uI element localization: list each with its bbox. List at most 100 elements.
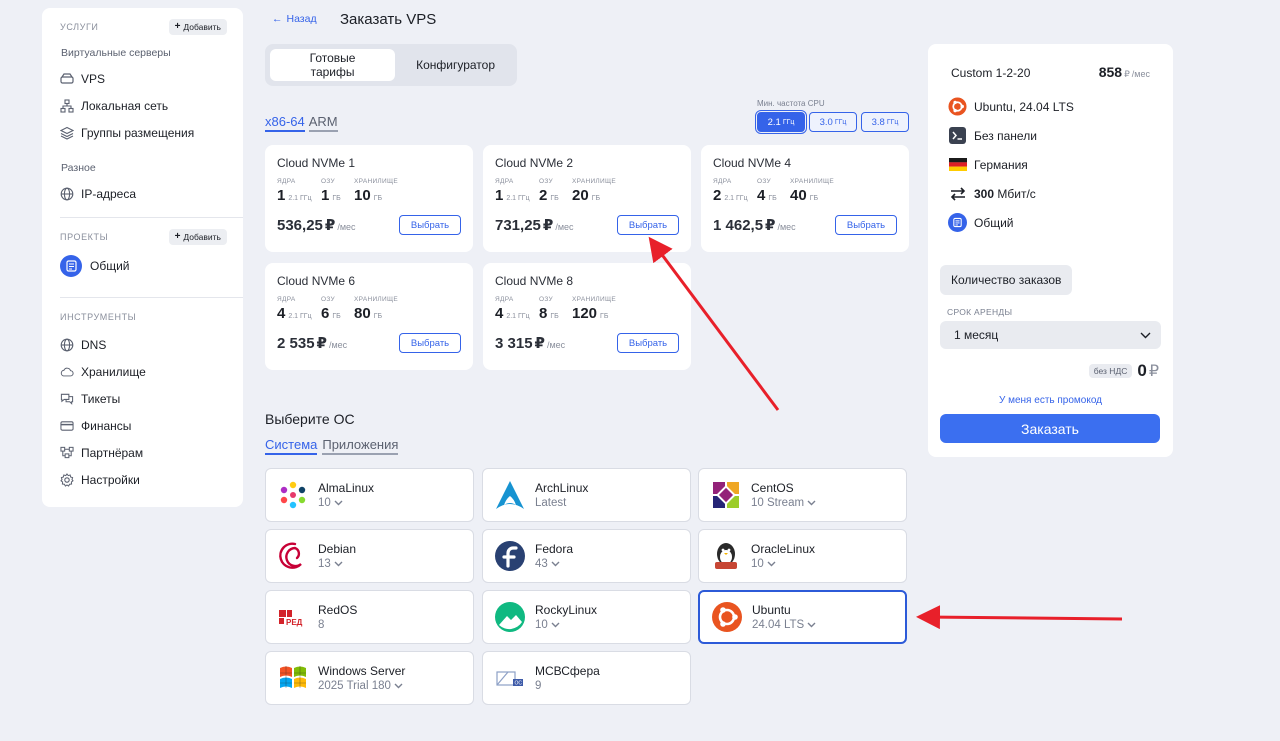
os-version[interactable]: 8 <box>318 619 357 631</box>
os-version-value: 10 <box>535 619 548 631</box>
select-plan-button[interactable]: Выбрать <box>617 333 679 353</box>
os-version-value: 10 <box>751 558 764 570</box>
chevron-down-icon[interactable] <box>551 619 560 631</box>
chat-icon <box>60 392 74 406</box>
sidebar-item-vps[interactable]: VPS <box>60 65 227 92</box>
os-version[interactable]: 2025 Trial 180 <box>318 680 405 692</box>
plan-name: Cloud NVMe 1 <box>277 156 356 170</box>
ruble-sign: ₽ <box>1124 69 1130 79</box>
ruble-sign: ₽ <box>316 335 327 352</box>
os-version[interactable]: 10 <box>751 558 815 570</box>
sidebar-item-dns[interactable]: DNS <box>60 331 227 358</box>
os-card-centos[interactable]: CentOS 10 Stream <box>698 468 907 522</box>
tab-system[interactable]: Система <box>265 437 318 455</box>
chevron-down-icon[interactable] <box>807 619 816 631</box>
spec-storage: ХРАНИЛИЩЕ 40 ГБ <box>790 178 834 204</box>
cpu-option-3-0[interactable]: 3.0 ГГц <box>809 112 857 132</box>
os-card-archlinux[interactable]: ArchLinux Latest <box>482 468 691 522</box>
chevron-down-icon[interactable] <box>394 680 403 692</box>
plan-card[interactable]: Cloud NVMe 8 ЯДРА 4 2.1 ГГц ОЗУ 8 ГБ ХРАНИ… <box>483 263 691 370</box>
sidebar-item-label: Хранилище <box>81 364 146 379</box>
tab-ready-plans[interactable]: Готовые тарифы <box>270 49 396 81</box>
sidebar-item-settings[interactable]: Настройки <box>60 466 227 493</box>
select-plan-button[interactable]: Выбрать <box>399 215 461 235</box>
os-card-oraclelinux[interactable]: OracleLinux 10 <box>698 529 907 583</box>
select-plan-button[interactable]: Выбрать <box>617 215 679 235</box>
os-version[interactable]: 10 <box>535 619 597 631</box>
select-plan-button[interactable]: Выбрать <box>835 215 897 235</box>
chevron-down-icon[interactable] <box>334 558 343 570</box>
add-service-button[interactable]: + Добавить <box>168 18 227 35</box>
tab-apps[interactable]: Приложения <box>322 437 399 455</box>
cpu-option-3-8[interactable]: 3.8 ГГц <box>861 112 909 132</box>
os-version[interactable]: Latest <box>535 497 588 509</box>
tab-configurator[interactable]: Конфигуратор <box>399 49 512 81</box>
spec-caption: ХРАНИЛИЩЕ <box>572 296 617 303</box>
cpu-option-2-1[interactable]: 2.1 ГГц <box>755 110 807 134</box>
sidebar-item-finance[interactable]: Финансы <box>60 412 227 439</box>
sidebar-item-partners[interactable]: Партнёрам <box>60 439 227 466</box>
spec-unit: ГБ <box>550 195 559 202</box>
os-card-debian[interactable]: Debian 13 <box>265 529 474 583</box>
order-summary: Custom 1-2-20 858 ₽/мес Ubuntu, 24.04 LTS… <box>928 44 1173 457</box>
plan-card[interactable]: Cloud NVMe 1 ЯДРА 1 2.1 ГГц ОЗУ 1 ГБ ХРАНИ… <box>265 145 473 252</box>
os-version[interactable]: 10 Stream <box>751 497 816 509</box>
os-card-fedora[interactable]: Fedora 43 <box>482 529 691 583</box>
svg-text:OC: OC <box>515 681 523 687</box>
os-version[interactable]: 9 <box>535 680 600 692</box>
os-card-мсвсфера[interactable]: OC МСВСфера 9 <box>482 651 691 705</box>
page-title: Заказать VPS <box>340 11 437 28</box>
tab-arm[interactable]: ARM <box>308 114 338 132</box>
os-card-almalinux[interactable]: AlmaLinux 10 <box>265 468 474 522</box>
fedora-icon <box>494 540 526 572</box>
spec-value: 10 <box>354 187 371 204</box>
os-version[interactable]: 24.04 LTS <box>752 619 816 631</box>
price-value: 1 462,5 <box>713 217 764 234</box>
chevron-down-icon[interactable] <box>807 497 816 509</box>
spec-value: 2 <box>539 187 548 204</box>
globe-icon <box>60 338 74 352</box>
cpu-caption: Мин. частота CPU <box>757 99 825 108</box>
spec-ram: ОЗУ 8 ГБ <box>539 296 572 322</box>
chevron-down-icon[interactable] <box>551 558 560 570</box>
tab-x86[interactable]: x86-64 <box>265 114 305 132</box>
plan-card[interactable]: Cloud NVMe 6 ЯДРА 4 2.1 ГГц ОЗУ 6 ГБ ХРАНИ… <box>265 263 473 370</box>
order-button[interactable]: Заказать <box>940 414 1160 443</box>
back-link[interactable]: ← Назад <box>272 13 317 25</box>
spec-unit: ГБ <box>332 195 341 202</box>
sidebar-item-placement-groups[interactable]: Группы размещения <box>60 119 227 146</box>
sidebar-item-tickets[interactable]: Тикеты <box>60 385 227 412</box>
os-card-redos[interactable]: РЕД RedOS 8 <box>265 590 474 644</box>
chevron-down-icon[interactable] <box>334 497 343 509</box>
spec-value: 1 <box>495 187 504 204</box>
cpu-value: 3.8 <box>871 116 885 128</box>
os-version[interactable]: 13 <box>318 558 356 570</box>
sidebar-item-local-network[interactable]: Локальная сеть <box>60 92 227 119</box>
os-version[interactable]: 43 <box>535 558 573 570</box>
vat-badge: без НДС <box>1088 364 1133 378</box>
select-plan-button[interactable]: Выбрать <box>399 333 461 353</box>
ruble-sign: ₽ <box>324 217 336 234</box>
os-card-rockylinux[interactable]: RockyLinux 10 <box>482 590 691 644</box>
spec-unit: ГБ <box>591 195 601 202</box>
chevron-down-icon[interactable] <box>767 558 776 570</box>
os-version-value: 13 <box>318 558 331 570</box>
project-item[interactable]: Общий <box>60 251 227 281</box>
price-value: 3 315 <box>495 335 533 352</box>
layers-icon <box>60 126 74 140</box>
os-card-ubuntu[interactable]: Ubuntu 24.04 LTS <box>698 590 907 644</box>
spec-storage: ХРАНИЛИЩЕ 20 ГБ <box>572 178 616 204</box>
rent-period-select[interactable]: 1 месяц <box>940 321 1161 349</box>
sidebar-item-storage[interactable]: Хранилище <box>60 358 227 385</box>
spec-value: 40 <box>790 187 807 204</box>
os-version[interactable]: 10 <box>318 497 374 509</box>
order-quantity-button[interactable]: Количество заказов <box>940 265 1073 295</box>
plan-card[interactable]: Cloud NVMe 2 ЯДРА 1 2.1 ГГц ОЗУ 2 ГБ ХРАНИ… <box>483 145 691 252</box>
plan-card[interactable]: Cloud NVMe 4 ЯДРА 2 2.1 ГГц ОЗУ 4 ГБ ХРАНИ… <box>701 145 909 252</box>
spec-cores: ЯДРА 1 2.1 ГГц <box>277 178 321 204</box>
summary-os-label: Ubuntu, 24.04 LTS <box>974 99 1074 114</box>
os-card-windows-server[interactable]: Windows Server 2025 Trial 180 <box>265 651 474 705</box>
add-project-button[interactable]: + Добавить <box>168 228 227 245</box>
promo-code-link[interactable]: У меня есть промокод <box>940 395 1161 406</box>
sidebar-item-ip[interactable]: IP-адреса <box>60 180 227 207</box>
